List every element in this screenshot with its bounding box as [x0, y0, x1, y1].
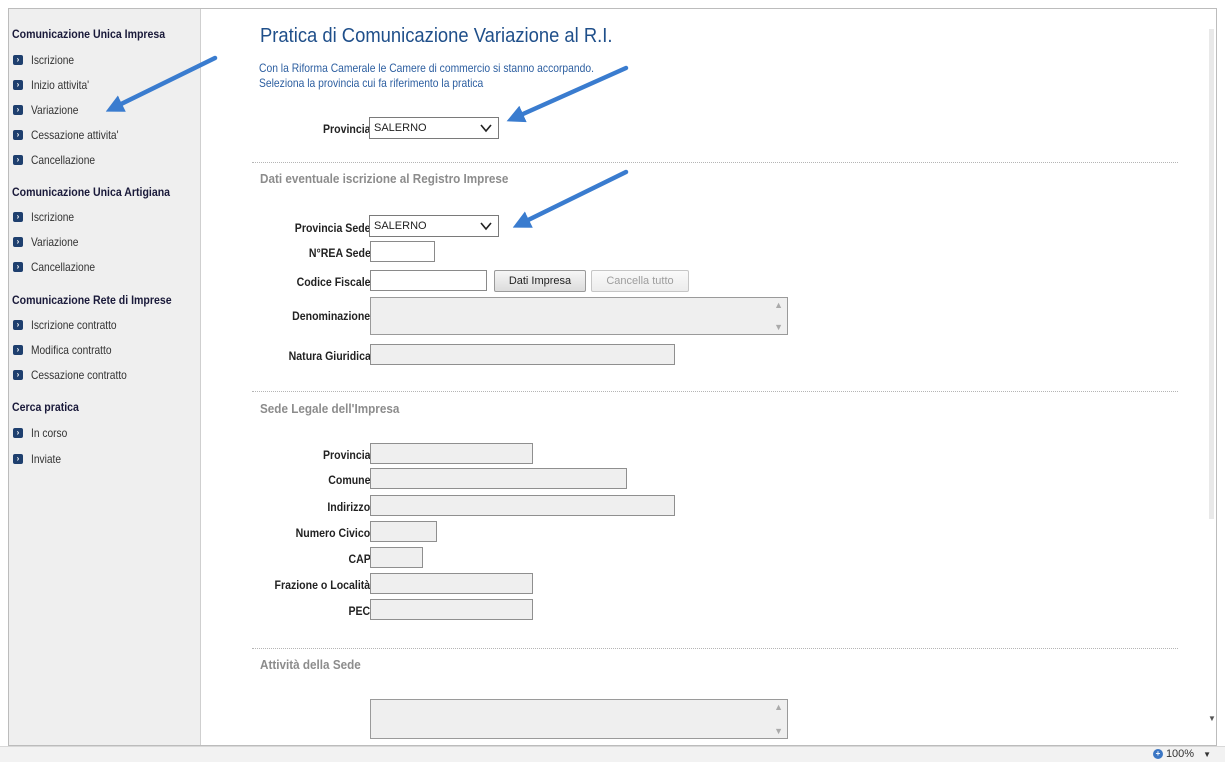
- scroll-up-icon: ▲: [774, 300, 783, 310]
- sidebar-item-label: Cancellazione: [31, 260, 96, 274]
- cancella-tutto-button[interactable]: Cancella tutto: [591, 270, 689, 292]
- arrow-right-icon: ›: [13, 370, 23, 380]
- sidebar-item-iscrizione[interactable]: › Iscrizione: [13, 52, 82, 68]
- codice-fiscale-label: Codice Fiscale:: [296, 275, 374, 289]
- intro-text: Con la Riforma Camerale le Camere di com…: [259, 61, 594, 75]
- attivita-textarea[interactable]: ▲ ▼: [370, 699, 788, 739]
- frazione-label: Frazione o Località:: [274, 578, 374, 592]
- section-title-registro: Dati eventuale iscrizione al Registro Im…: [260, 171, 509, 186]
- scroll-down-icon: ▼: [774, 322, 783, 332]
- frazione-field: [370, 573, 533, 594]
- provincia-sede-select[interactable]: SALERNO: [369, 215, 499, 237]
- arrow-right-icon: ›: [13, 55, 23, 65]
- numero-civico-label: Numero Civico:: [295, 526, 374, 540]
- arrow-right-icon: ›: [13, 320, 23, 330]
- sede-provincia-label: Provincia:: [322, 448, 374, 462]
- scrollbar-thumb[interactable]: [1209, 29, 1214, 519]
- arrow-right-icon: ›: [13, 105, 23, 115]
- sidebar-item-label: Cessazione attivita': [31, 128, 119, 142]
- section-divider: [252, 391, 1178, 392]
- codice-fiscale-input[interactable]: [370, 270, 487, 291]
- sidebar-nav: Comunicazione Unica Impresa › Iscrizione …: [9, 9, 201, 745]
- status-bar: + 100% ▼: [0, 746, 1225, 762]
- natura-giuridica-label: Natura Giuridica:: [288, 349, 374, 363]
- denominazione-label: Denominazione:: [292, 309, 374, 323]
- browser-content: Comunicazione Unica Impresa › Iscrizione …: [8, 8, 1217, 746]
- sidebar-item-modifica-contratto[interactable]: › Modifica contratto: [13, 342, 126, 358]
- intro-text: Seleziona la provincia cui fa riferiment…: [259, 76, 484, 90]
- chevron-down-icon: [480, 222, 492, 231]
- natura-giuridica-field: [370, 344, 675, 365]
- arrow-right-icon: ›: [13, 212, 23, 222]
- scroll-down-icon[interactable]: ▼: [1208, 714, 1216, 723]
- chevron-down-icon: [480, 124, 492, 133]
- sidebar-item-label: Iscrizione contratto: [31, 318, 117, 332]
- sidebar-item-iscrizione-contratto[interactable]: › Iscrizione contratto: [13, 317, 132, 333]
- chevron-down-icon: ▼: [1203, 749, 1211, 759]
- sidebar-item-variazione[interactable]: › Variazione: [13, 102, 87, 118]
- provincia-sede-label: Provincia Sede:: [294, 221, 374, 235]
- sidebar-item-inviate[interactable]: › Inviate: [13, 451, 66, 467]
- sidebar-item-cancellazione[interactable]: › Cancellazione: [13, 152, 106, 168]
- sidebar-item-label: Iscrizione: [31, 53, 75, 67]
- sidebar-section-title: Comunicazione Unica Impresa: [12, 27, 166, 41]
- sidebar-item-artigiana-cancellazione[interactable]: › Cancellazione: [13, 259, 106, 275]
- provincia-select-value: SALERNO: [374, 122, 427, 134]
- arrow-right-icon: ›: [13, 262, 23, 272]
- sidebar-section-title: Cerca pratica: [12, 400, 79, 414]
- zoom-icon: +: [1152, 749, 1163, 759]
- page-scrollbar[interactable]: ▼: [1208, 9, 1216, 745]
- arrow-right-icon: ›: [13, 428, 23, 438]
- sidebar-item-label: Variazione: [31, 103, 79, 117]
- sidebar-item-in-corso[interactable]: › In corso: [13, 425, 74, 441]
- sidebar-item-label: Modifica contratto: [31, 343, 112, 357]
- page-title: Pratica di Comunicazione Variazione al R…: [260, 25, 613, 47]
- zoom-control[interactable]: + 100% ▼: [1152, 748, 1211, 760]
- sidebar-item-artigiana-iscrizione[interactable]: › Iscrizione: [13, 209, 82, 225]
- section-title-attivita: Attività della Sede: [260, 657, 361, 672]
- provincia-sede-select-value: SALERNO: [374, 220, 427, 232]
- arrow-right-icon: ›: [13, 80, 23, 90]
- comune-field: [370, 468, 627, 489]
- arrow-right-icon: ›: [13, 237, 23, 247]
- indirizzo-field: [370, 495, 675, 516]
- sidebar-item-label: In corso: [31, 426, 68, 440]
- provincia-label: Provincia:: [322, 122, 374, 136]
- sidebar-item-artigiana-variazione[interactable]: › Variazione: [13, 234, 87, 250]
- nrea-label: N°REA Sede:: [308, 246, 374, 260]
- comune-label: Comune:: [328, 473, 374, 487]
- arrow-right-icon: ›: [13, 345, 23, 355]
- sidebar-item-label: Inizio attivita': [31, 78, 90, 92]
- arrow-right-icon: ›: [13, 130, 23, 140]
- zoom-level: 100%: [1165, 748, 1195, 760]
- section-divider: [252, 162, 1178, 163]
- section-divider: [252, 648, 1178, 649]
- numero-civico-field: [370, 521, 437, 542]
- sidebar-section-title: Comunicazione Unica Artigiana: [12, 185, 171, 199]
- section-title-sede-legale: Sede Legale dell'Impresa: [260, 401, 400, 416]
- sidebar-item-label: Inviate: [31, 452, 62, 466]
- main-content: Pratica di Comunicazione Variazione al R…: [202, 9, 1216, 745]
- cap-field: [370, 547, 423, 568]
- arrow-right-icon: ›: [13, 454, 23, 464]
- scroll-up-icon: ▲: [774, 702, 783, 712]
- nrea-input[interactable]: [370, 241, 435, 262]
- sidebar-section-title: Comunicazione Rete di Imprese: [12, 293, 172, 307]
- sidebar-item-label: Variazione: [31, 235, 79, 249]
- sede-provincia-field: [370, 443, 533, 464]
- denominazione-textarea[interactable]: ▲ ▼: [370, 297, 788, 335]
- provincia-select[interactable]: SALERNO: [369, 117, 499, 139]
- sidebar-item-label: Cessazione contratto: [31, 368, 127, 382]
- indirizzo-label: Indirizzo:: [327, 500, 374, 514]
- sidebar-item-cessazione-contratto[interactable]: › Cessazione contratto: [13, 367, 144, 383]
- pec-field: [370, 599, 533, 620]
- sidebar-item-label: Iscrizione: [31, 210, 75, 224]
- sidebar-item-cessazione-attivita[interactable]: › Cessazione attivita': [13, 127, 134, 143]
- sidebar-item-label: Cancellazione: [31, 153, 96, 167]
- dati-impresa-button[interactable]: Dati Impresa: [494, 270, 586, 292]
- scroll-down-icon: ▼: [774, 726, 783, 736]
- arrow-right-icon: ›: [13, 155, 23, 165]
- sidebar-item-inizio-attivita[interactable]: › Inizio attivita': [13, 77, 99, 93]
